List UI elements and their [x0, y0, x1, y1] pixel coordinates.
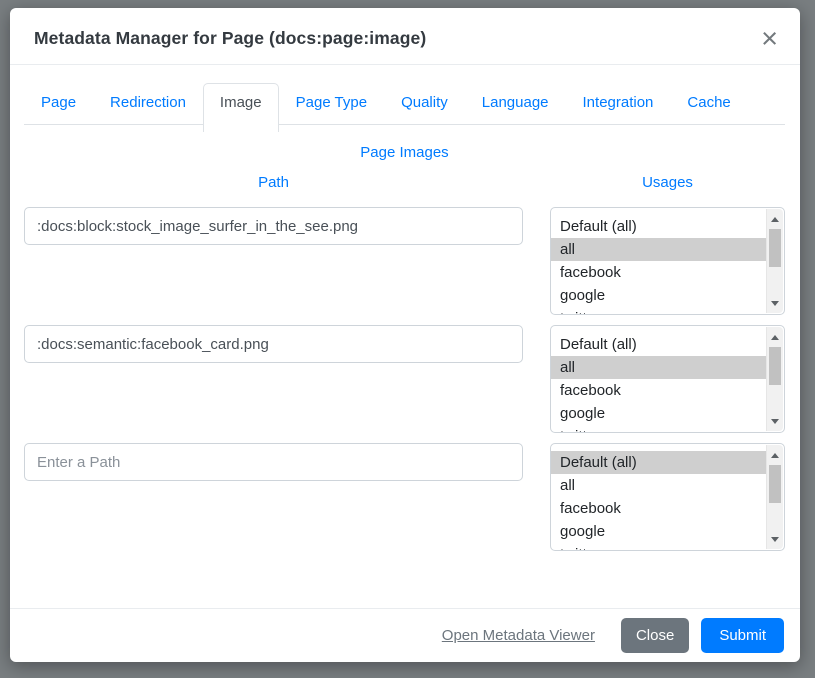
scroll-up-icon[interactable]: [767, 447, 783, 463]
usage-options: Default (all) all facebook google twitte…: [551, 326, 766, 432]
tab-bar: Page Redirection Image Page Type Quality…: [24, 83, 785, 125]
modal-title: Metadata Manager for Page (docs:page:ima…: [34, 28, 426, 49]
scroll-down-icon[interactable]: [767, 295, 783, 311]
tab-redirection[interactable]: Redirection: [93, 83, 203, 121]
usage-option[interactable]: facebook: [551, 497, 766, 520]
open-metadata-viewer-link[interactable]: Open Metadata Viewer: [442, 627, 595, 644]
usage-option[interactable]: all: [551, 474, 766, 497]
usages-listbox[interactable]: Default (all) all facebook google twitte…: [550, 325, 785, 433]
triangle-down-icon: [771, 537, 779, 542]
usage-option[interactable]: all: [551, 238, 766, 261]
usage-option[interactable]: twitter: [551, 543, 766, 550]
usage-options: Default (all) all facebook google twitte…: [551, 208, 766, 314]
usage-option[interactable]: all: [551, 356, 766, 379]
image-row: Default (all) all facebook google twitte…: [24, 325, 785, 433]
usages-listbox[interactable]: Default (all) all facebook google twitte…: [550, 207, 785, 315]
usage-option[interactable]: facebook: [551, 379, 766, 402]
triangle-down-icon: [771, 419, 779, 424]
modal-header: Metadata Manager for Page (docs:page:ima…: [10, 8, 800, 65]
usage-option[interactable]: Default (all): [551, 215, 766, 238]
listbox-scrollbar[interactable]: [766, 209, 783, 313]
triangle-up-icon: [771, 335, 779, 340]
tab-page[interactable]: Page: [24, 83, 93, 121]
tab-quality[interactable]: Quality: [384, 83, 465, 121]
scroll-down-icon[interactable]: [767, 413, 783, 429]
path-input[interactable]: [24, 325, 523, 363]
metadata-manager-modal: Metadata Manager for Page (docs:page:ima…: [10, 8, 800, 662]
tab-language[interactable]: Language: [465, 83, 566, 121]
image-row: Default (all) all facebook google twitte…: [24, 207, 785, 315]
usage-option[interactable]: facebook: [551, 261, 766, 284]
scrollbar-thumb[interactable]: [769, 229, 781, 267]
submit-button[interactable]: Submit: [701, 618, 784, 653]
close-button[interactable]: Close: [621, 618, 689, 653]
usage-option[interactable]: google: [551, 520, 766, 543]
path-column-label: Path: [24, 174, 523, 191]
scrollbar-thumb[interactable]: [769, 347, 781, 385]
triangle-down-icon: [771, 301, 779, 306]
close-icon[interactable]: ×: [761, 28, 778, 50]
tab-image[interactable]: Image: [203, 83, 279, 132]
tab-cache[interactable]: Cache: [670, 83, 747, 121]
tab-integration[interactable]: Integration: [566, 83, 671, 121]
path-input[interactable]: [24, 443, 523, 481]
path-input[interactable]: [24, 207, 523, 245]
modal-footer: Open Metadata Viewer Close Submit: [10, 608, 800, 662]
modal-body: Page Redirection Image Page Type Quality…: [10, 65, 800, 608]
section-heading: Page Images: [24, 144, 785, 161]
usage-option[interactable]: Default (all): [551, 333, 766, 356]
usage-options: Default (all) all facebook google twitte…: [551, 444, 766, 550]
triangle-up-icon: [771, 217, 779, 222]
usages-column-label: Usages: [550, 174, 785, 191]
image-row: Default (all) all facebook google twitte…: [24, 443, 785, 551]
listbox-scrollbar[interactable]: [766, 445, 783, 549]
usage-option[interactable]: google: [551, 402, 766, 425]
triangle-up-icon: [771, 453, 779, 458]
column-labels: Path Usages: [24, 174, 785, 191]
usage-option[interactable]: google: [551, 284, 766, 307]
usage-option[interactable]: Default (all): [551, 451, 766, 474]
scroll-down-icon[interactable]: [767, 531, 783, 547]
scroll-up-icon[interactable]: [767, 329, 783, 345]
tab-page-type[interactable]: Page Type: [279, 83, 384, 121]
usage-option[interactable]: twitter: [551, 307, 766, 314]
usages-listbox[interactable]: Default (all) all facebook google twitte…: [550, 443, 785, 551]
scrollbar-thumb[interactable]: [769, 465, 781, 503]
listbox-scrollbar[interactable]: [766, 327, 783, 431]
scroll-up-icon[interactable]: [767, 211, 783, 227]
page: { "colors": { "accent": "#007bff", "seco…: [0, 0, 815, 678]
usage-option[interactable]: twitter: [551, 425, 766, 432]
